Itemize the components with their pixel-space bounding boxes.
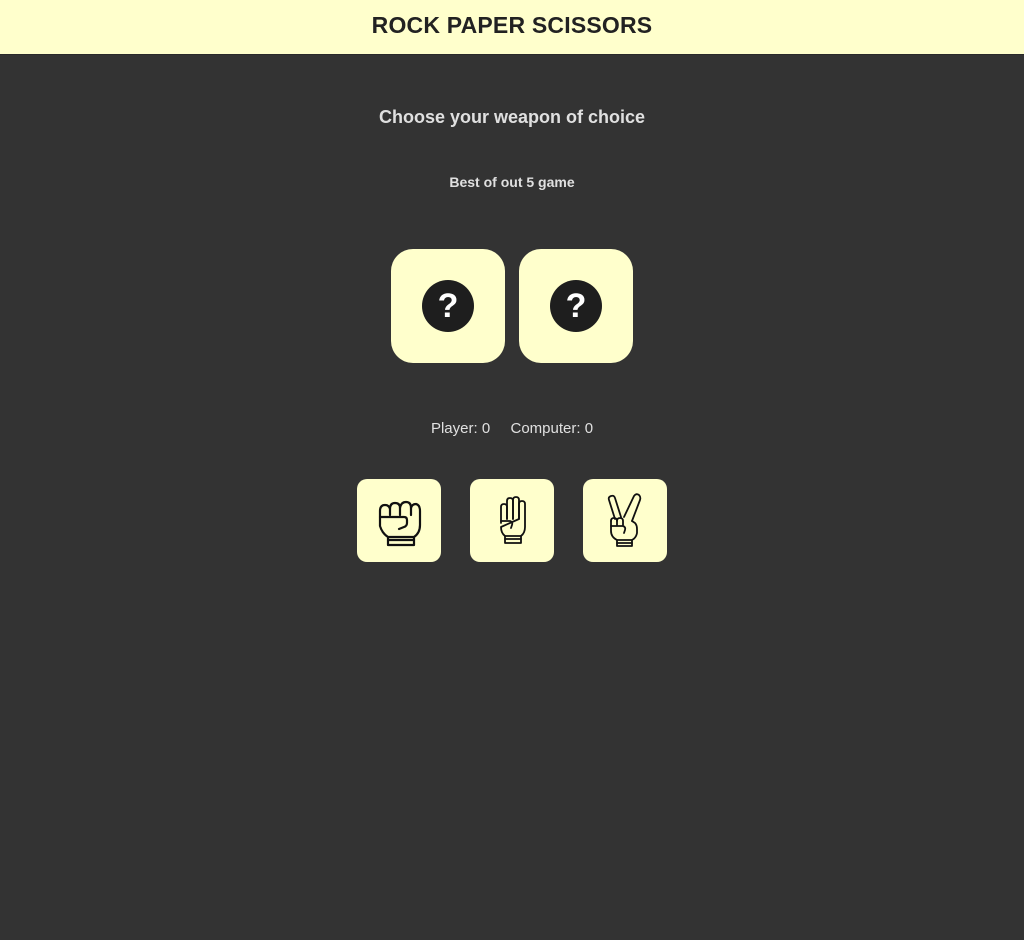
- rock-button[interactable]: [357, 479, 441, 562]
- header-bar: ROCK PAPER SCISSORS: [0, 0, 1024, 55]
- computer-choice-card: ?: [519, 249, 633, 363]
- player-score-value: 0: [481, 420, 491, 437]
- question-mark-icon: ?: [422, 280, 474, 332]
- prompt-text: Choose your weapon of choice: [378, 107, 646, 127]
- player-choice-card: ?: [391, 249, 505, 363]
- page-title: ROCK PAPER SCISSORS: [371, 12, 653, 38]
- fist-icon: [378, 500, 422, 546]
- player-score-label: Player:: [430, 420, 478, 437]
- game-format-text: Best of out 5 game: [449, 174, 575, 190]
- computer-score-label: Computer:: [510, 420, 581, 437]
- computer-score-value: 0: [584, 420, 594, 437]
- question-mark-icon: ?: [550, 280, 602, 332]
- open-hand-icon: [500, 495, 526, 544]
- scissors-button[interactable]: [583, 479, 667, 562]
- peace-hand-icon: [607, 492, 642, 547]
- paper-button[interactable]: [470, 479, 554, 562]
- scoreboard: Player: 0 Computer: 0: [0, 420, 1024, 437]
